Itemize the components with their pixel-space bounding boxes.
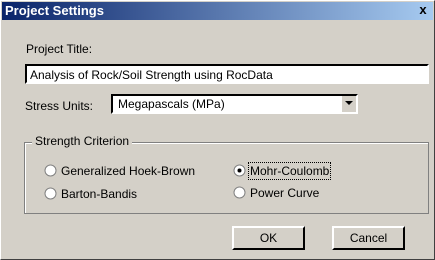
cancel-button[interactable]: Cancel — [332, 226, 405, 250]
radio-generalized-hoek-brown[interactable] — [44, 164, 57, 177]
stress-units-value: Megapascals (MPa) — [118, 97, 225, 111]
project-title-input[interactable]: Analysis of Rock/Soil Strength using Roc… — [25, 64, 429, 84]
close-icon[interactable]: x — [416, 3, 430, 17]
radio-label-generalized-hoek-brown[interactable]: Generalized Hoek-Brown — [61, 164, 195, 178]
radio-label-mohr-coulomb[interactable]: Mohr-Coulomb — [247, 162, 332, 180]
project-settings-dialog: Project Settings x Project Title: Analys… — [0, 0, 435, 260]
radio-label-power-curve[interactable]: Power Curve — [250, 186, 319, 200]
dialog-title: Project Settings — [5, 3, 104, 18]
strength-criterion-group — [24, 142, 429, 214]
radio-barton-bandis[interactable] — [44, 187, 57, 200]
stress-units-select[interactable]: Megapascals (MPa) — [111, 94, 358, 114]
stress-units-label: Stress Units: — [25, 99, 94, 113]
project-title-label: Project Title: — [26, 42, 93, 56]
radio-power-curve[interactable] — [233, 186, 246, 199]
dropdown-button[interactable] — [341, 96, 356, 112]
radio-label-barton-bandis[interactable]: Barton-Bandis — [61, 187, 137, 201]
title-bar[interactable]: Project Settings x — [2, 2, 433, 20]
strength-criterion-legend: Strength Criterion — [32, 134, 133, 148]
chevron-down-icon — [345, 101, 353, 105]
radio-mohr-coulomb[interactable] — [233, 164, 246, 177]
ok-button[interactable]: OK — [232, 226, 305, 250]
